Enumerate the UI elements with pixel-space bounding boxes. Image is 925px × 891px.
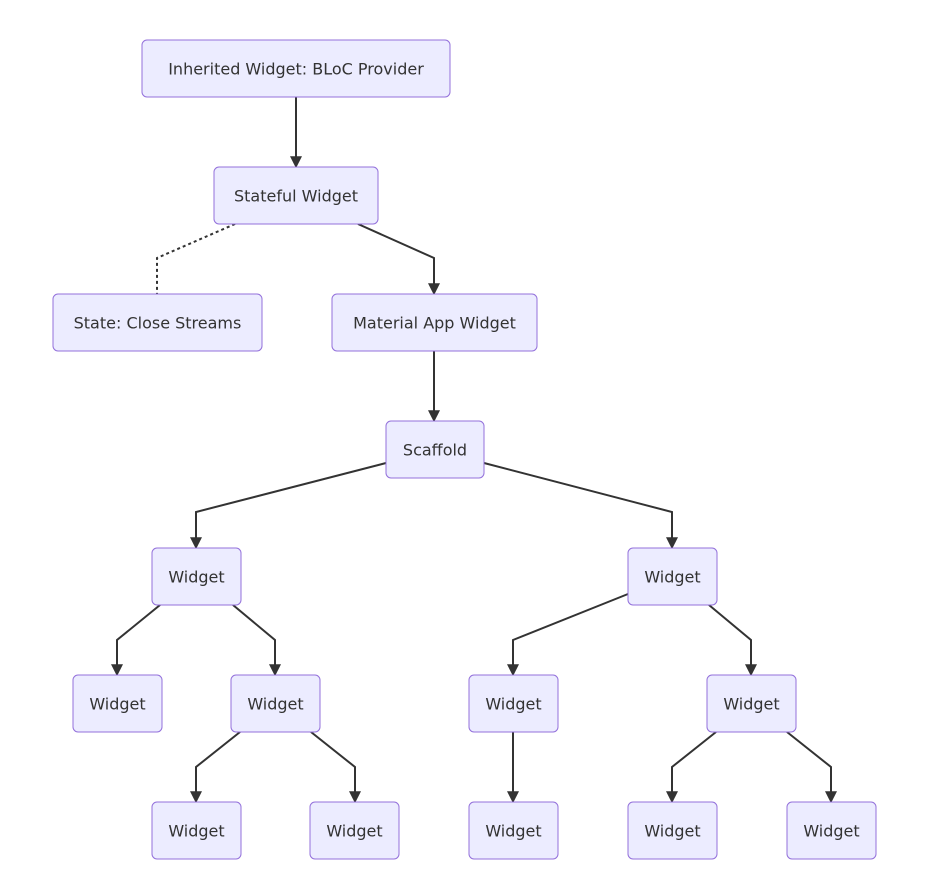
node-state: State: Close Streams xyxy=(52,293,263,352)
node-w6: Widget xyxy=(706,674,797,733)
node-w8: Widget xyxy=(309,801,400,860)
node-label: Widget xyxy=(326,822,382,841)
node-material: Material App Widget xyxy=(331,293,538,352)
edge-w2-to-w5 xyxy=(507,593,629,677)
node-w3: Widget xyxy=(72,674,163,733)
node-label: Inherited Widget: BLoC Provider xyxy=(168,60,424,79)
node-label: Widget xyxy=(247,695,303,714)
node-w5: Widget xyxy=(468,674,559,733)
node-w10: Widget xyxy=(627,801,718,860)
node-label: Widget xyxy=(485,695,541,714)
node-label: Widget xyxy=(89,695,145,714)
node-stateful: Stateful Widget xyxy=(213,166,379,225)
node-w7: Widget xyxy=(151,801,242,860)
edge-w4-to-w7 xyxy=(190,731,241,804)
node-label: Stateful Widget xyxy=(234,187,358,206)
edge-w1-to-w3 xyxy=(111,604,161,677)
edge-w1-to-w4 xyxy=(232,604,281,677)
edge-w6-to-w11 xyxy=(786,731,837,804)
node-label: Widget xyxy=(803,822,859,841)
edge-w2-to-w6 xyxy=(708,604,757,677)
flowchart: Inherited Widget: BLoC Provider Stateful … xyxy=(52,39,877,860)
node-label: Widget xyxy=(168,568,224,587)
node-label: Scaffold xyxy=(403,441,467,460)
node-label: Widget xyxy=(168,822,224,841)
edge-scaffold-to-w2 xyxy=(483,462,678,550)
edge-scaffold-to-w1 xyxy=(190,462,387,550)
node-w4: Widget xyxy=(230,674,321,733)
node-w2: Widget xyxy=(627,547,718,606)
edge-stateful-to-state xyxy=(156,223,236,294)
edge-stateful-to-material xyxy=(357,223,440,296)
node-w9: Widget xyxy=(468,801,559,860)
node-label: Widget xyxy=(644,568,700,587)
node-label: Widget xyxy=(723,695,779,714)
node-provider: Inherited Widget: BLoC Provider xyxy=(141,39,451,98)
node-label: Widget xyxy=(485,822,541,841)
node-w11: Widget xyxy=(786,801,877,860)
node-label: Material App Widget xyxy=(353,314,516,333)
node-w1: Widget xyxy=(151,547,242,606)
edge-w4-to-w8 xyxy=(310,731,361,804)
node-scaffold: Scaffold xyxy=(385,420,485,479)
node-label: Widget xyxy=(644,822,700,841)
node-label: State: Close Streams xyxy=(74,314,242,333)
edge-w6-to-w10 xyxy=(666,731,717,804)
